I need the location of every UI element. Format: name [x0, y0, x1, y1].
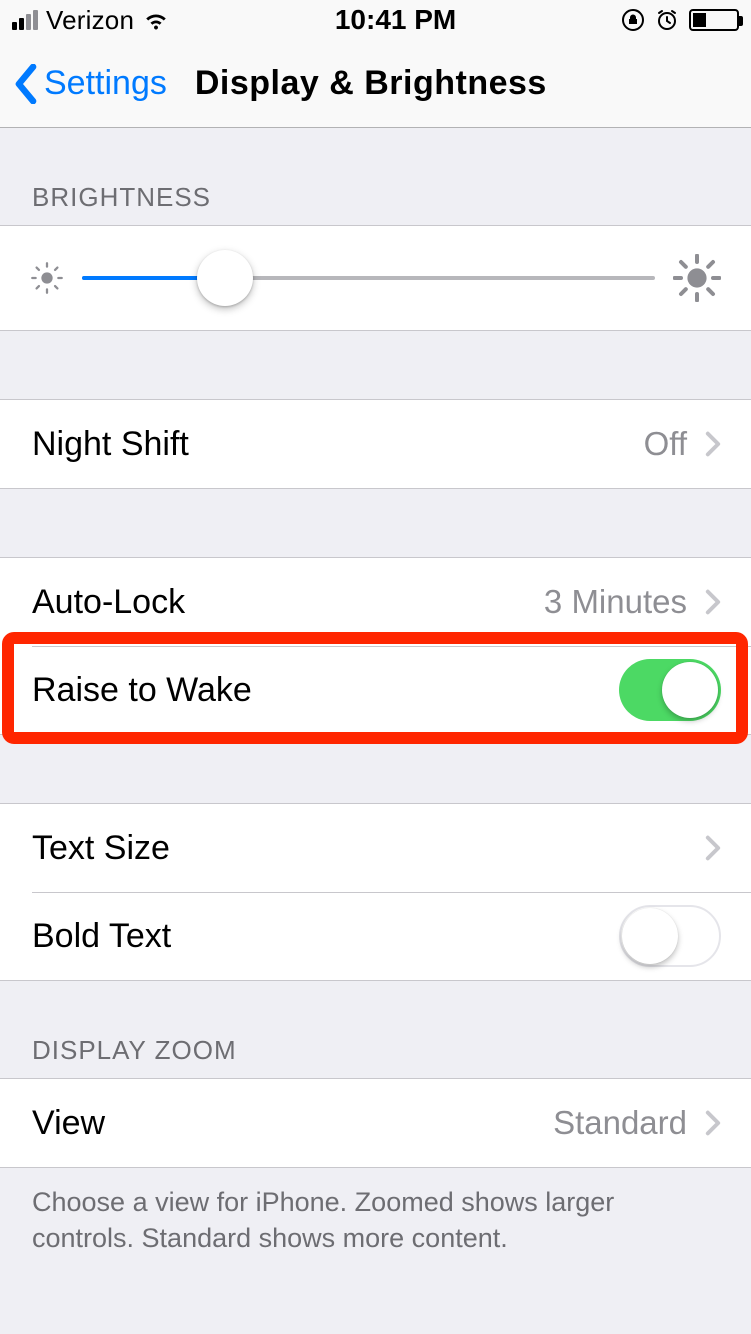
raise-to-wake-row: Raise to Wake	[0, 646, 751, 734]
back-chevron-icon[interactable]	[14, 64, 38, 104]
view-row[interactable]: View Standard	[0, 1079, 751, 1167]
brightness-header: BRIGHTNESS	[0, 128, 751, 225]
status-bar: Verizon 10:41 PM	[0, 0, 751, 40]
night-shift-row[interactable]: Night Shift Off	[0, 400, 751, 488]
raise-to-wake-toggle[interactable]	[619, 659, 721, 721]
wifi-icon	[142, 10, 170, 30]
night-shift-value: Off	[644, 425, 687, 463]
chevron-right-icon	[705, 835, 721, 861]
carrier-label: Verizon	[46, 5, 134, 36]
lock-group: Auto-Lock 3 Minutes Raise to Wake	[0, 557, 751, 735]
text-size-label: Text Size	[32, 829, 705, 868]
text-group: Text Size Bold Text	[0, 803, 751, 981]
brightness-slider[interactable]	[82, 276, 655, 280]
auto-lock-value: 3 Minutes	[544, 583, 687, 621]
auto-lock-row[interactable]: Auto-Lock 3 Minutes	[0, 558, 751, 646]
view-label: View	[32, 1104, 553, 1143]
text-size-row[interactable]: Text Size	[0, 804, 751, 892]
chevron-right-icon	[705, 589, 721, 615]
nav-header: Settings Display & Brightness	[0, 40, 751, 128]
display-zoom-header: DISPLAY ZOOM	[0, 981, 751, 1078]
chevron-right-icon	[705, 431, 721, 457]
page-title: Display & Brightness	[195, 64, 547, 103]
display-zoom-group: View Standard	[0, 1078, 751, 1168]
bold-text-toggle[interactable]	[619, 905, 721, 967]
view-value: Standard	[553, 1104, 687, 1142]
brightness-high-icon	[673, 254, 721, 302]
display-zoom-footer: Choose a view for iPhone. Zoomed shows l…	[0, 1168, 751, 1257]
brightness-low-icon	[30, 261, 64, 295]
brightness-slider-thumb[interactable]	[197, 250, 253, 306]
chevron-right-icon	[705, 1110, 721, 1136]
bold-text-row: Bold Text	[0, 892, 751, 980]
signal-strength-icon	[12, 10, 38, 30]
bold-text-label: Bold Text	[32, 917, 619, 956]
status-right	[621, 8, 739, 32]
night-shift-group: Night Shift Off	[0, 399, 751, 489]
battery-icon	[689, 9, 739, 31]
status-left: Verizon	[12, 5, 170, 36]
raise-to-wake-label: Raise to Wake	[32, 671, 619, 710]
night-shift-label: Night Shift	[32, 425, 644, 464]
back-button[interactable]: Settings	[44, 64, 167, 103]
auto-lock-label: Auto-Lock	[32, 583, 544, 622]
status-time: 10:41 PM	[335, 4, 456, 36]
brightness-group	[0, 225, 751, 331]
brightness-row	[0, 226, 751, 330]
battery-fill	[693, 13, 706, 27]
rotation-lock-icon	[621, 8, 645, 32]
toggle-knob	[662, 662, 718, 718]
toggle-knob	[622, 908, 678, 964]
alarm-clock-icon	[655, 8, 679, 32]
